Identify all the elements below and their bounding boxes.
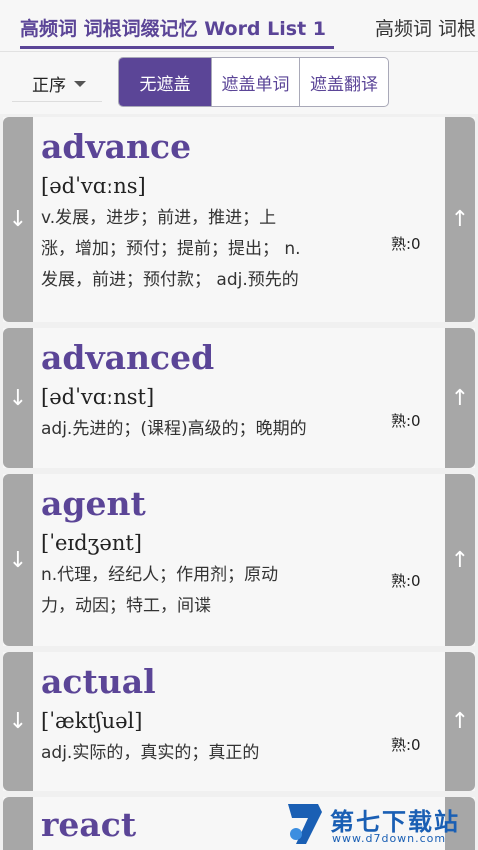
move-up-button[interactable]: ↑: [445, 328, 475, 468]
move-up-button[interactable]: ↑: [445, 652, 475, 791]
word-text: actual: [41, 662, 156, 701]
arrow-up-icon: ↑: [450, 207, 470, 232]
familiarity-count: 熟:0: [391, 235, 421, 253]
watermark-logo-icon: [288, 804, 322, 844]
word-card[interactable]: ↓ agent [ˈeɪdʒənt] n.代理，经纪人；作用剂；原动 力，动因；…: [3, 474, 475, 646]
word-card[interactable]: ↓ advance [ədˈvɑːns] v.发展，进步；前进，推进；上 涨，增…: [3, 117, 475, 322]
phonetic-text: [ˈeɪdʒənt]: [41, 531, 142, 555]
tab-bar: 高频词 词根词缀记忆 Word List 1 高频词 词根: [0, 0, 478, 52]
familiarity-count: 熟:0: [391, 736, 421, 754]
definition-line: 力，动因；特工，间谍: [41, 596, 211, 616]
move-down-button[interactable]: ↓: [3, 328, 33, 468]
tab-next-list[interactable]: 高频词 词根: [375, 14, 476, 41]
definition-text: adj.实际的，真实的；真正的: [41, 738, 389, 769]
definition-text: adj.先进的；(课程)高级的；晚期的: [41, 414, 389, 445]
caret-down-icon: [74, 80, 86, 87]
move-up-button[interactable]: ↑: [445, 117, 475, 322]
order-dropdown[interactable]: 正序: [12, 66, 102, 102]
word-card[interactable]: ↓ advanced [ədˈvɑːnst] adj.先进的；(课程)高级的；晚…: [3, 328, 475, 468]
definition-text: n.代理，经纪人；作用剂；原动 力，动因；特工，间谍: [41, 560, 389, 622]
definition-line: adj.先进的；(课程)高级的；晚期的: [41, 419, 307, 439]
move-up-button[interactable]: ↑: [445, 474, 475, 646]
order-label: 正序: [32, 76, 66, 96]
familiarity-count: 熟:0: [391, 412, 421, 430]
word-text: advanced: [41, 338, 215, 377]
word-text: agent: [41, 484, 146, 523]
tab-word-list-1[interactable]: 高频词 词根词缀记忆 Word List 1: [20, 14, 326, 41]
phonetic-text: [ədˈvɑːnst]: [41, 385, 155, 409]
definition-line: 发展，前进；预付款； adj.预先的: [41, 270, 299, 290]
phonetic-text: [ədˈvɑːns]: [41, 174, 146, 198]
watermark-url: www.d7down.com: [332, 832, 447, 845]
arrow-up-icon: ↑: [450, 709, 470, 734]
tab-indicator: [20, 46, 334, 49]
no-cover-button[interactable]: 无遮盖: [119, 58, 211, 106]
cover-word-button[interactable]: 遮盖单词: [211, 58, 299, 106]
definition-line: adj.实际的，真实的；真正的: [41, 743, 260, 763]
cover-mode-segmented: 无遮盖 遮盖单词 遮盖翻译: [118, 57, 389, 107]
definition-text: v.发展，进步；前进，推进；上 涨，增加；预付；提前；提出； n. 发展，前进；…: [41, 203, 389, 296]
definition-line: 涨，增加；预付；提前；提出； n.: [41, 239, 301, 259]
move-down-button[interactable]: ↓: [3, 117, 33, 322]
move-down-button[interactable]: ↓: [3, 474, 33, 646]
definition-line: v.发展，进步；前进，推进；上: [41, 208, 277, 228]
arrow-up-icon: ↑: [450, 547, 470, 573]
move-down-button[interactable]: ↓: [3, 652, 33, 791]
arrow-down-icon: ↓: [8, 385, 28, 411]
watermark: 第七下载站 www.d7down.com: [280, 800, 478, 850]
move-down-button[interactable]: [3, 797, 33, 850]
arrow-up-icon: ↑: [450, 385, 470, 411]
arrow-down-icon: ↓: [8, 709, 28, 734]
phonetic-text: [ˈæktʃuəl]: [41, 709, 143, 733]
familiarity-count: 熟:0: [391, 572, 421, 590]
word-text: advance: [41, 127, 192, 166]
arrow-down-icon: ↓: [8, 207, 28, 232]
word-card[interactable]: ↓ actual [ˈæktʃuəl] adj.实际的，真实的；真正的 熟:0 …: [3, 652, 475, 791]
definition-line: n.代理，经纪人；作用剂；原动: [41, 565, 279, 585]
arrow-down-icon: ↓: [8, 547, 28, 573]
cover-translation-button[interactable]: 遮盖翻译: [299, 58, 388, 106]
